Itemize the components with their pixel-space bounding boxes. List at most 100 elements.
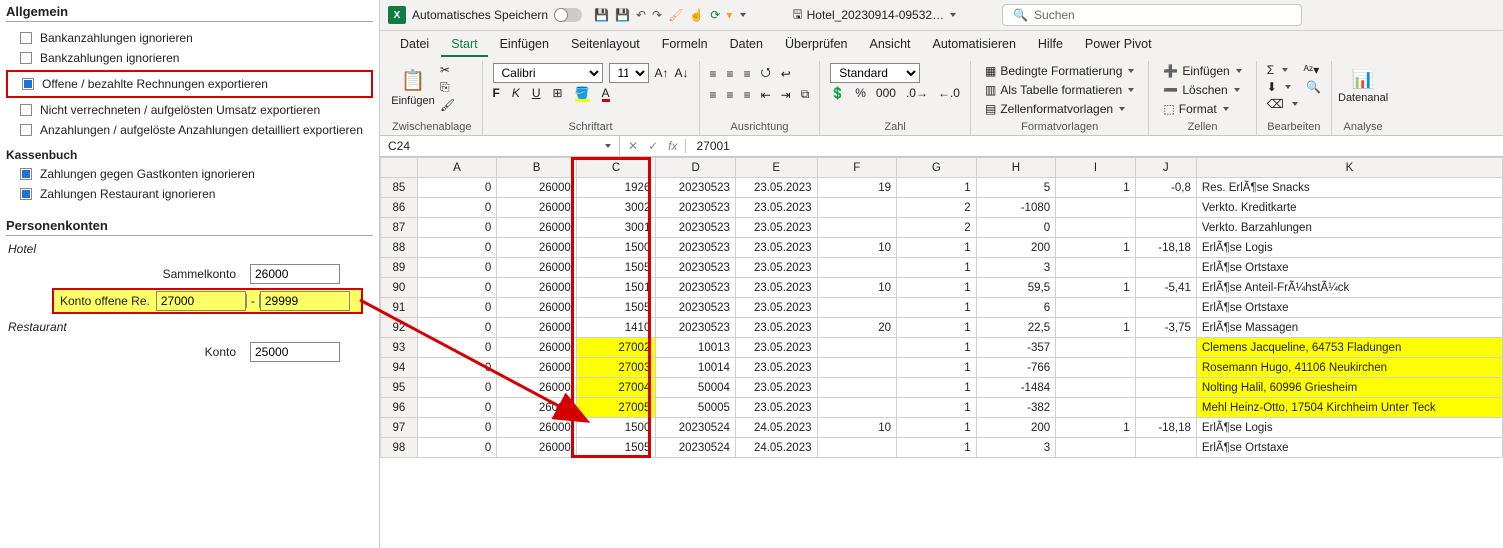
cell[interactable]: 3 bbox=[976, 258, 1056, 278]
cell[interactable]: 1 bbox=[897, 438, 977, 458]
cell[interactable]: 26000 bbox=[497, 318, 577, 338]
cell[interactable]: Nolting Halil, 60996 Griesheim bbox=[1196, 378, 1502, 398]
cell[interactable]: 0 bbox=[976, 218, 1056, 238]
cell[interactable]: 0 bbox=[417, 338, 497, 358]
tab-seitenlayout[interactable]: Seitenlayout bbox=[561, 33, 650, 57]
cell[interactable]: 3002 bbox=[576, 198, 656, 218]
autosave-toggle[interactable] bbox=[554, 8, 582, 22]
cell[interactable] bbox=[1056, 338, 1136, 358]
fill-icon[interactable]: ⬇ bbox=[1267, 80, 1277, 94]
cell[interactable] bbox=[817, 218, 897, 238]
cell[interactable] bbox=[1056, 398, 1136, 418]
cell[interactable]: ErlÃ¶se Logis bbox=[1196, 238, 1502, 258]
select-all-corner[interactable] bbox=[381, 158, 418, 178]
cell[interactable] bbox=[1135, 218, 1196, 238]
checkbox-nicht-verrechnet[interactable]: Nicht verrechneten / aufgelösten Umsatz … bbox=[6, 100, 373, 120]
cell-styles-button[interactable]: ▤Zellenformatvorlagen bbox=[981, 101, 1138, 117]
align-center-icon[interactable]: ≡ bbox=[727, 88, 734, 102]
cell[interactable]: 26000 bbox=[497, 278, 577, 298]
cell[interactable]: 27002 bbox=[576, 338, 656, 358]
cell[interactable]: 23.05.2023 bbox=[735, 178, 817, 198]
cell[interactable]: 0 bbox=[417, 298, 497, 318]
cell[interactable]: 1 bbox=[897, 278, 977, 298]
cell[interactable]: 50004 bbox=[656, 378, 736, 398]
col-header-B[interactable]: B bbox=[497, 158, 577, 178]
cell[interactable]: 26000 bbox=[497, 258, 577, 278]
increase-font-icon[interactable]: A↑ bbox=[655, 66, 669, 80]
cell[interactable]: 26000 bbox=[497, 198, 577, 218]
cell[interactable]: 0 bbox=[417, 178, 497, 198]
font-name-combo[interactable]: Calibri bbox=[493, 63, 603, 83]
delete-cells-button[interactable]: ➖Löschen bbox=[1159, 82, 1245, 98]
tab-daten[interactable]: Daten bbox=[720, 33, 773, 57]
cell[interactable]: 200 bbox=[976, 238, 1056, 258]
cell[interactable]: 23.05.2023 bbox=[735, 338, 817, 358]
cell[interactable]: Verkto. Barzahlungen bbox=[1196, 218, 1502, 238]
row-header[interactable]: 86 bbox=[381, 198, 418, 218]
align-left-icon[interactable]: ≡ bbox=[710, 88, 717, 102]
cell[interactable]: 0 bbox=[417, 438, 497, 458]
cell[interactable]: 20230524 bbox=[656, 418, 736, 438]
checkbox-gastkonten[interactable]: Zahlungen gegen Gastkonten ignorieren bbox=[6, 164, 373, 184]
borders-icon[interactable]: ⊞ bbox=[553, 86, 563, 100]
fx-icon[interactable]: fx bbox=[668, 139, 677, 153]
cell[interactable]: 26000 bbox=[497, 398, 577, 418]
col-header-E[interactable]: E bbox=[735, 158, 817, 178]
format-painter-icon[interactable]: 🖌 bbox=[440, 98, 455, 112]
cell[interactable]: Res. ErlÃ¶se Snacks bbox=[1196, 178, 1502, 198]
paste-button[interactable]: 📋 Einfügen bbox=[392, 65, 434, 111]
cell[interactable]: 1 bbox=[897, 338, 977, 358]
cell[interactable] bbox=[1056, 298, 1136, 318]
data-analysis-button[interactable]: 📊 Datenanal bbox=[1342, 63, 1384, 109]
cell[interactable]: 23.05.2023 bbox=[735, 318, 817, 338]
cell[interactable]: 10 bbox=[817, 278, 897, 298]
cell[interactable]: 10 bbox=[817, 418, 897, 438]
cell[interactable] bbox=[1056, 378, 1136, 398]
cell[interactable]: 0 bbox=[417, 258, 497, 278]
save-icon[interactable]: 💾 bbox=[594, 8, 609, 22]
tab-einfuegen[interactable]: Einfügen bbox=[490, 33, 559, 57]
fill-color-icon[interactable]: 🪣 bbox=[575, 86, 590, 100]
align-top-icon[interactable]: ≡ bbox=[710, 67, 717, 81]
cell[interactable]: 26000 bbox=[497, 238, 577, 258]
cell[interactable]: 1 bbox=[1056, 418, 1136, 438]
cell[interactable]: 26000 bbox=[497, 338, 577, 358]
row-header[interactable]: 98 bbox=[381, 438, 418, 458]
cell[interactable]: 5 bbox=[976, 178, 1056, 198]
row-header[interactable]: 96 bbox=[381, 398, 418, 418]
cell[interactable]: 1 bbox=[897, 358, 977, 378]
cell[interactable]: Verkto. Kreditkarte bbox=[1196, 198, 1502, 218]
cell[interactable]: 20230523 bbox=[656, 178, 736, 198]
cell[interactable] bbox=[817, 258, 897, 278]
indent-inc-icon[interactable]: ⇥ bbox=[781, 88, 791, 102]
bold-button[interactable]: F bbox=[493, 86, 500, 100]
row-header[interactable]: 93 bbox=[381, 338, 418, 358]
percent-icon[interactable]: % bbox=[855, 86, 866, 100]
cell[interactable]: 23.05.2023 bbox=[735, 378, 817, 398]
cell[interactable]: 10 bbox=[817, 238, 897, 258]
cell[interactable]: 6 bbox=[976, 298, 1056, 318]
cell[interactable]: -1484 bbox=[976, 378, 1056, 398]
cell[interactable]: 0 bbox=[417, 278, 497, 298]
cell[interactable]: 23.05.2023 bbox=[735, 298, 817, 318]
cell[interactable] bbox=[1056, 218, 1136, 238]
worksheet-grid[interactable]: ABCDEFGHIJK 8502600019262023052323.05.20… bbox=[380, 157, 1503, 548]
decrease-font-icon[interactable]: A↓ bbox=[675, 66, 689, 80]
comma-icon[interactable]: 000 bbox=[876, 86, 896, 100]
konto-offene-from-input[interactable] bbox=[156, 291, 246, 311]
cut-icon[interactable]: ✂ bbox=[440, 63, 455, 77]
col-header-D[interactable]: D bbox=[656, 158, 736, 178]
col-header-C[interactable]: C bbox=[576, 158, 656, 178]
tab-ansicht[interactable]: Ansicht bbox=[860, 33, 921, 57]
cell[interactable]: ErlÃ¶se Ortstaxe bbox=[1196, 258, 1502, 278]
checkbox-anzahlungen[interactable]: Anzahlungen / aufgelöste Anzahlungen det… bbox=[6, 120, 373, 140]
font-size-combo[interactable]: 11 bbox=[609, 63, 649, 83]
currency-icon[interactable]: 💲 bbox=[830, 86, 845, 100]
cell[interactable]: 1505 bbox=[576, 438, 656, 458]
dec-decimal-icon[interactable]: ←.0 bbox=[938, 86, 960, 100]
cell[interactable]: 20230523 bbox=[656, 318, 736, 338]
cell[interactable]: 1 bbox=[1056, 238, 1136, 258]
orientation-icon[interactable]: ⭯ bbox=[761, 63, 771, 84]
cancel-formula-icon[interactable]: ✕ bbox=[628, 139, 638, 153]
cell[interactable]: 22,5 bbox=[976, 318, 1056, 338]
